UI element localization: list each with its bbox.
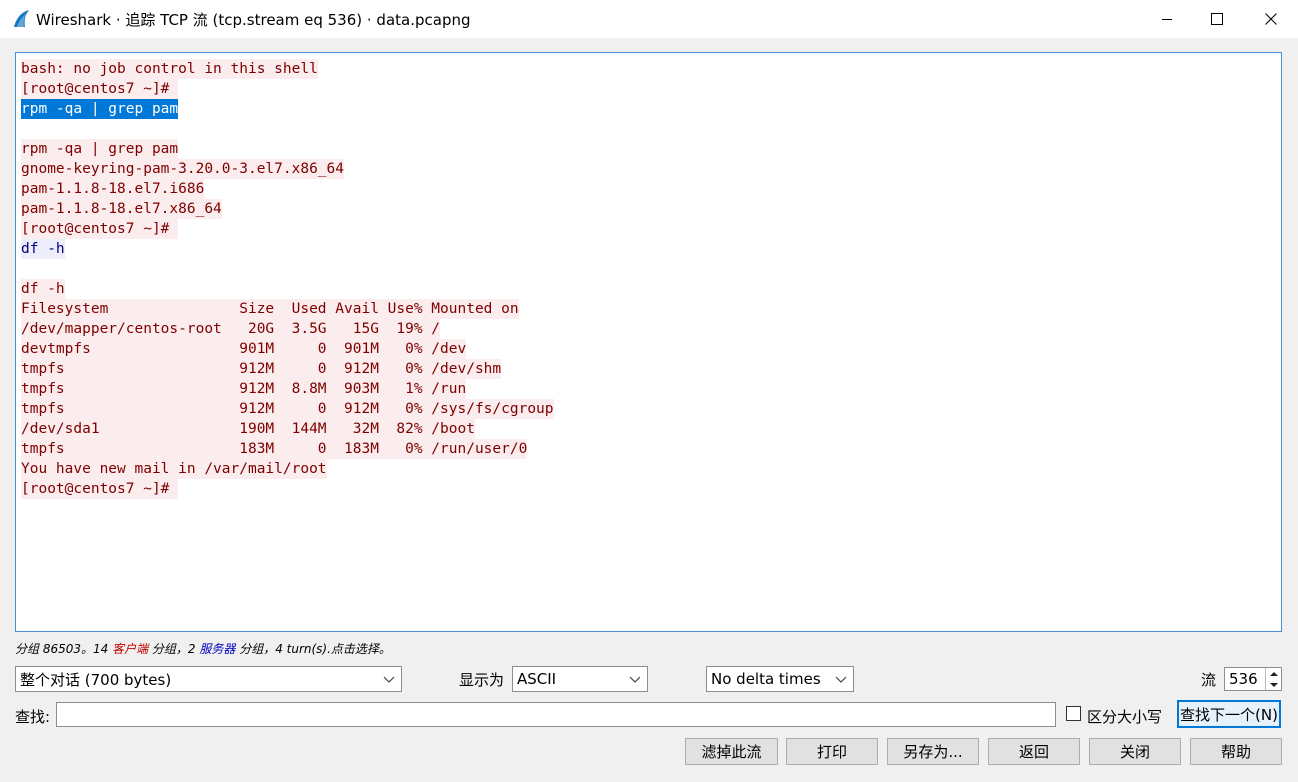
delta-times-value: No delta times [711,670,821,688]
stream-line: bash: no job control in this shell [21,59,554,79]
chevron-down-icon [629,671,641,691]
client-text: [root@centos7 ~]# [21,219,179,239]
stream-line: gnome-keyring-pam-3.20.0-3.el7.x86_64 [21,159,554,179]
client-text: [root@centos7 ~]# [21,79,179,99]
client-text: tmpfs 912M 0 912M 0% /dev/shm [21,359,502,379]
save-as-button[interactable]: 另存为... [887,738,979,765]
client-text: bash: no job control in this shell [21,59,318,79]
client-text: pam-1.1.8-18.el7.x86_64 [21,199,222,219]
stream-summary: 分组 86503。14 客户端 分组，2 服务器 分组，4 turn(s).点击… [15,640,391,657]
stream-text-area[interactable]: bash: no job control in this shell [root@… [15,52,1282,632]
minimize-icon[interactable] [1144,0,1190,38]
client-text: [root@centos7 ~]# [21,479,179,499]
back-button[interactable]: 返回 [988,738,1080,765]
case-sensitive-checkbox[interactable] [1066,706,1081,721]
show-as-label: 显示为 [459,671,505,689]
client-text: devtmpfs 901M 0 901M 0% /dev [21,339,467,359]
client-text: You have new mail in /var/mail/root [21,459,327,479]
stream-line: /dev/mapper/centos-root 20G 3.5G 15G 19%… [21,319,554,339]
show-as-select[interactable]: ASCII [512,666,648,692]
print-button[interactable]: 打印 [786,738,878,765]
stream-line: pam-1.1.8-18.el7.i686 [21,179,554,199]
stream-label: 流 [1201,671,1217,689]
spin-up-icon[interactable] [1266,668,1281,679]
spin-down-icon[interactable] [1266,679,1281,690]
case-sensitive-label: 区分大小写 [1087,708,1163,726]
summary-packets: 分组 86503。14 [15,642,113,656]
stream-line: df -h [21,279,554,299]
help-button[interactable]: 帮助 [1190,738,1282,765]
summary-tail: 分组，4 turn(s).点击选择。 [235,642,391,656]
client-text: Filesystem Size Used Avail Use% Mounted … [21,299,519,319]
client-text: /dev/mapper/centos-root 20G 3.5G 15G 19%… [21,319,441,339]
summary-client-label: 客户端 [112,642,149,656]
chevron-down-icon [835,671,847,691]
summary-server-label: 服务器 [199,642,236,656]
client-text: tmpfs 912M 0 912M 0% /sys/fs/cgroup [21,399,554,419]
stream-line: [root@centos7 ~]# [21,479,554,499]
stream-line: tmpfs 912M 0 912M 0% /sys/fs/cgroup [21,399,554,419]
find-next-button[interactable]: 查找下一个(N) [1177,700,1281,728]
stream-line: /dev/sda1 190M 144M 32M 82% /boot [21,419,554,439]
stream-line: tmpfs 183M 0 183M 0% /run/user/0 [21,439,554,459]
show-as-value: ASCII [517,670,557,688]
filter-out-button[interactable]: 滤掉此流 [685,738,778,765]
delta-times-select[interactable]: No delta times [706,666,854,692]
summary-mid: 分组，2 [148,642,200,656]
client-text: pam-1.1.8-18.el7.i686 [21,179,205,199]
maximize-icon[interactable] [1194,0,1240,38]
stream-lines: bash: no job control in this shell [root@… [21,59,554,499]
selected-text: rpm -qa | grep pam [21,99,179,119]
stream-line: devtmpfs 901M 0 901M 0% /dev [21,339,554,359]
stream-line: rpm -qa | grep pam [21,139,554,159]
client-text: tmpfs 183M 0 183M 0% /run/user/0 [21,439,528,459]
stream-line [21,259,554,279]
stream-line: Filesystem Size Used Avail Use% Mounted … [21,299,554,319]
client-text: gnome-keyring-pam-3.20.0-3.el7.x86_64 [21,159,345,179]
window-title: Wireshark · 追踪 TCP 流 (tcp.stream eq 536)… [36,10,471,29]
stream-line: rpm -qa | grep pam [21,99,554,119]
client-text: tmpfs 912M 8.8M 903M 1% /run [21,379,467,399]
client-text: rpm -qa | grep pam [21,139,179,159]
find-label: 查找: [15,708,51,726]
conversation-select[interactable]: 整个对话 (700 bytes) [15,666,402,692]
find-input[interactable] [56,702,1056,727]
stream-number-spinbox[interactable]: 536 [1224,667,1282,691]
chevron-down-icon [383,671,395,691]
close-button[interactable]: 关闭 [1089,738,1181,765]
client-text: df -h [21,279,65,299]
stream-number-value: 536 [1229,670,1258,688]
conversation-select-value: 整个对话 (700 bytes) [20,670,172,689]
stream-line: [root@centos7 ~]# [21,79,554,99]
stream-line: tmpfs 912M 8.8M 903M 1% /run [21,379,554,399]
wireshark-fin-icon [12,9,32,29]
stream-line: df -h [21,239,554,259]
stream-line: pam-1.1.8-18.el7.x86_64 [21,199,554,219]
server-text: df -h [21,239,65,259]
close-icon[interactable] [1248,0,1294,38]
title-bar: Wireshark · 追踪 TCP 流 (tcp.stream eq 536)… [0,0,1298,38]
stream-line: tmpfs 912M 0 912M 0% /dev/shm [21,359,554,379]
stream-line: [root@centos7 ~]# [21,219,554,239]
stream-line [21,119,554,139]
stream-line: You have new mail in /var/mail/root [21,459,554,479]
client-text: /dev/sda1 190M 144M 32M 82% /boot [21,419,475,439]
